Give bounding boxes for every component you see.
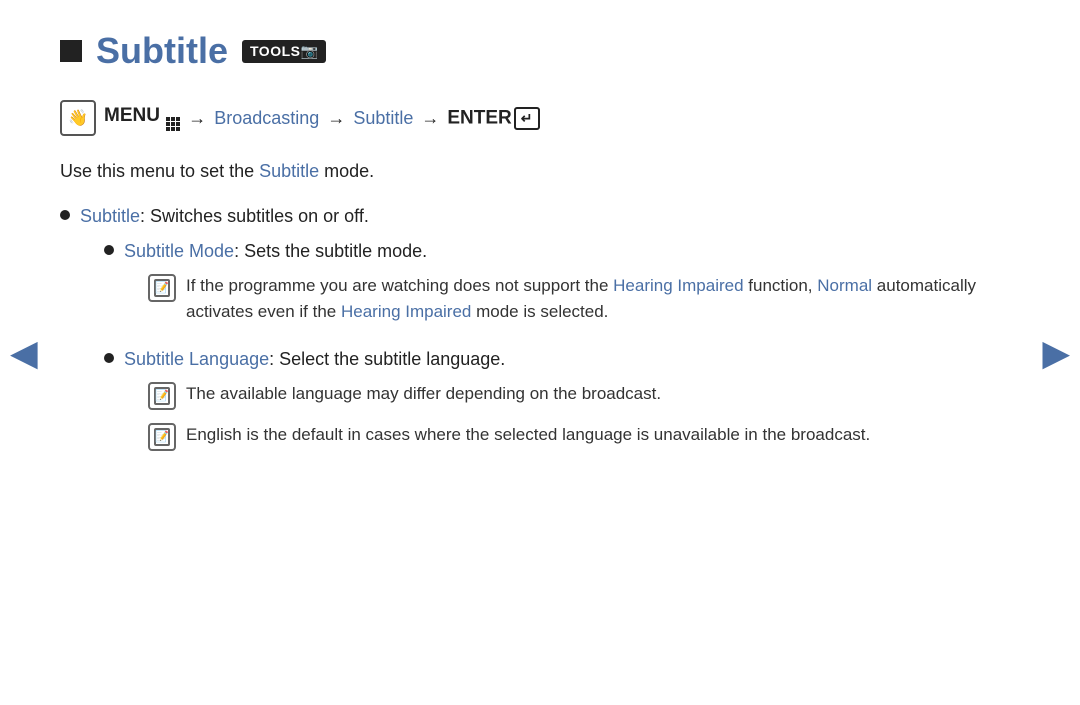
- title-row: Subtitle TOOLS📷: [60, 30, 1000, 72]
- menu-grid-icon: [166, 117, 180, 131]
- bullet-icon: [104, 353, 114, 363]
- note-icon: 📝: [148, 274, 176, 302]
- list-item: Subtitle Language: Select the subtitle l…: [104, 346, 1000, 463]
- arrow-3: →: [421, 108, 439, 129]
- page-container: ◀ ▶ Subtitle TOOLS📷 👋 MENU → Broadcastin…: [0, 0, 1080, 705]
- subtitle-highlight-body: Subtitle: [259, 161, 319, 181]
- arrow-2: →: [327, 108, 345, 129]
- note-text: If the programme you are watching does n…: [186, 273, 1000, 324]
- broadcasting-link: Broadcasting: [214, 108, 319, 129]
- arrow-1: →: [188, 108, 206, 129]
- menu-path: 👋 MENU → Broadcasting → Subtitle → ENTER…: [60, 100, 1000, 136]
- enter-icon: ↵: [514, 107, 540, 130]
- bullet-icon: [104, 245, 114, 255]
- subtitle-language-content: Subtitle Language: Select the subtitle l…: [124, 346, 1000, 463]
- note-list-language: 📝 The available language may differ depe…: [148, 381, 1000, 451]
- note-icon: 📝: [148, 423, 176, 451]
- tools-badge: TOOLS📷: [242, 40, 326, 63]
- note-item: 📝 If the programme you are watching does…: [148, 273, 1000, 324]
- main-bullet-list: Subtitle: Switches subtitles on or off. …: [60, 203, 1000, 473]
- menu-hand-icon: 👋: [60, 100, 96, 136]
- subtitle-link: Subtitle: [353, 108, 413, 129]
- note-icon: 📝: [148, 382, 176, 410]
- normal-highlight: Normal: [817, 276, 872, 295]
- sub-bullet-list: Subtitle Mode: Sets the subtitle mode. 📝…: [104, 238, 1000, 463]
- page-title: Subtitle: [96, 30, 228, 72]
- enter-label: ENTER↵: [447, 107, 539, 130]
- menu-label: MENU: [104, 105, 180, 131]
- hearing-impaired-highlight-1: Hearing Impaired: [613, 276, 743, 295]
- list-item: Subtitle: Switches subtitles on or off. …: [60, 203, 1000, 473]
- nav-arrow-left[interactable]: ◀: [10, 332, 38, 374]
- title-square-icon: [60, 40, 82, 62]
- note-text: English is the default in cases where th…: [186, 422, 1000, 448]
- bullet-content: Subtitle: Switches subtitles on or off. …: [80, 203, 1000, 473]
- hearing-impaired-highlight-2: Hearing Impaired: [341, 302, 471, 321]
- subtitle-language-term: Subtitle Language: [124, 349, 269, 369]
- list-item: Subtitle Mode: Sets the subtitle mode. 📝…: [104, 238, 1000, 336]
- note-item: 📝 English is the default in cases where …: [148, 422, 1000, 451]
- note-text: The available language may differ depend…: [186, 381, 1000, 407]
- nav-arrow-right[interactable]: ▶: [1042, 332, 1070, 374]
- note-list-mode: 📝 If the programme you are watching does…: [148, 273, 1000, 324]
- bullet-icon: [60, 210, 70, 220]
- subtitle-mode-term: Subtitle Mode: [124, 241, 234, 261]
- subtitle-mode-content: Subtitle Mode: Sets the subtitle mode. 📝…: [124, 238, 1000, 336]
- subtitle-term: Subtitle: [80, 206, 140, 226]
- body-description: Use this menu to set the Subtitle mode.: [60, 158, 1000, 185]
- note-item: 📝 The available language may differ depe…: [148, 381, 1000, 410]
